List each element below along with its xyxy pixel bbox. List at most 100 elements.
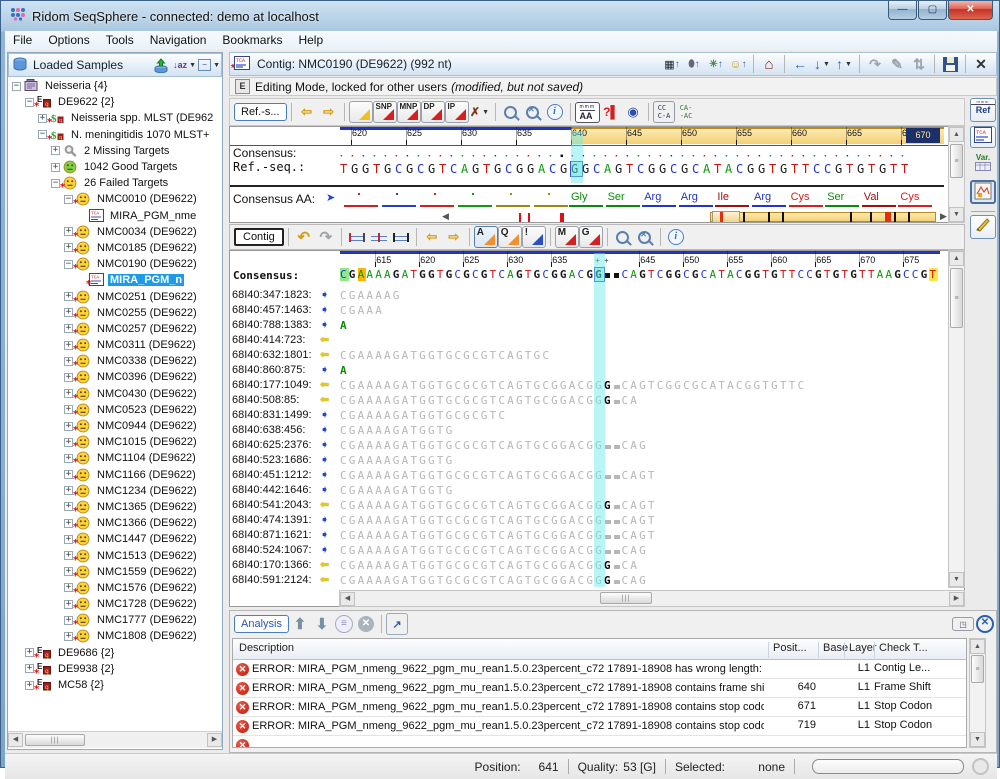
base-C[interactable]: C [498,268,507,281]
base-T[interactable]: T [340,162,351,176]
tree-item[interactable]: −*NMC0010 (DE9622) [8,191,222,207]
read-row[interactable]: 68I40:414:723:⬅ [230,332,946,347]
tree-item[interactable]: +*NMC0311 (DE9622) [8,337,222,353]
read-sequence[interactable]: A [340,316,349,334]
expand-icon[interactable]: + [64,227,73,236]
forward-button[interactable]: ↷ [864,53,886,75]
amino-acid-view-button[interactable]: mmmAA [575,102,601,123]
base-G[interactable]: G [582,162,593,176]
expand-icon[interactable]: + [25,681,34,690]
tree-item[interactable]: +*NMC1366 (DE9622) [8,515,222,531]
save-button[interactable] [939,53,961,75]
redo-button[interactable]: ↷ [315,226,337,248]
base-T[interactable]: T [439,162,450,176]
base-T[interactable]: T [648,268,657,281]
expand-icon[interactable]: + [64,373,73,382]
base-G[interactable]: G [648,162,659,176]
goto-project-button[interactable]: ⬮↑ [683,53,705,75]
base-G[interactable]: G [534,268,543,281]
base-G[interactable]: G [419,268,428,281]
base-C[interactable]: C [593,162,604,176]
collapse-icon[interactable]: − [64,260,73,269]
base-C[interactable]: C [736,162,747,176]
tree-item[interactable]: +*NMC0430 (DE9622) [8,386,222,402]
expand-icon[interactable]: + [64,341,73,350]
ref-overview-bar[interactable]: ◀ ▶ [230,211,965,223]
analysis-tab[interactable]: Analysis [234,615,289,633]
read-row[interactable]: 68I40:831:1499:➧CGAAAAGATGGTGCGCGTC [230,407,946,422]
base-C[interactable]: C [912,268,921,281]
expand-icon[interactable]: + [64,470,73,479]
base-T[interactable]: T [789,268,798,281]
tree-item[interactable]: +*NMC0034 (DE9622) [8,224,222,240]
highlight-ip-button[interactable]: IP [445,101,469,123]
scroll-thumb[interactable]: ||| [25,734,85,746]
expand-icon[interactable]: + [64,308,73,317]
highlight-mnp-button[interactable]: MNP [397,101,421,123]
analysis-vertical-scrollbar[interactable]: ▲ ≡ ▼ [969,638,986,748]
info-button[interactable]: i [665,226,687,248]
home-button[interactable]: ⌂ [758,53,780,75]
menu-item-tools[interactable]: Tools [98,31,142,50]
base-C[interactable]: C [450,162,461,176]
expand-icon[interactable]: + [64,292,73,301]
tree-item[interactable]: +*NMC1234 (DE9622) [8,483,222,499]
expand-icon[interactable]: + [64,583,73,592]
import-samples-button[interactable] [150,54,172,76]
variants-view-switch[interactable]: Var. [970,152,996,176]
scroll-up-arrow[interactable]: ▲ [949,127,964,142]
read-row[interactable]: 68I40:508:85:⬅CGAAAAGATGGTGCGCGTCAGTGCGG… [230,392,946,407]
edit-button[interactable]: ✎ [886,53,908,75]
scroll-left-arrow[interactable]: ◀ [340,592,355,606]
base-G[interactable]: G [428,162,439,176]
base-C[interactable]: C [903,268,912,281]
tree-item[interactable]: +*NMC0185 (DE9622) [8,240,222,256]
collapse-icon[interactable]: − [12,82,21,91]
ref-view-switch[interactable]: mmmRef [970,98,996,122]
tree-item[interactable]: +*NMC1365 (DE9622) [8,499,222,515]
undo-button[interactable]: ↶ [293,226,315,248]
highlight-snp-button[interactable]: SNP [373,101,397,123]
base-A[interactable]: A [538,162,549,176]
base-C[interactable]: C [813,162,824,176]
read-sequence[interactable]: CGAAAAGATGGTGCGCGTCAGTGCGGACGGG CAG [340,571,648,589]
back-button[interactable]: ← [789,53,811,75]
base-T[interactable]: T [846,162,857,176]
analysis-table-header[interactable]: DescriptionPosit...BaseLayerCheck T... [233,639,966,660]
expand-icon[interactable]: + [64,324,73,333]
base-G[interactable]: G [745,268,754,281]
tree-item[interactable]: −Neisseria {4} [8,78,222,94]
base-A[interactable]: A [569,268,578,281]
base-A[interactable]: A [877,268,886,281]
base-G[interactable]: G [384,162,395,176]
tree-item[interactable]: +*NMC0523 (DE9622) [8,402,222,418]
overview-right-arrow[interactable]: ▶ [940,211,947,222]
tree-item[interactable]: +Eq*DE9938 {2} [8,661,222,677]
zoom-in-button[interactable] [612,226,634,248]
base-G[interactable]: G [835,162,846,176]
scroll-up-arrow[interactable]: ▲ [949,251,964,266]
zoom-in-button[interactable] [500,101,522,123]
sort-az-button[interactable]: ↓az▼ [172,54,197,76]
tree-item[interactable]: +*NMC1015 (DE9622) [8,434,222,450]
ref-vertical-scrollbar[interactable]: ▲ ≡ ▼ [948,126,965,223]
reference-sequence[interactable]: TGGTGCGCGTCAGTGCGGACGGGCAGTCGGCGCATACGGT… [340,162,351,176]
read-row[interactable]: 68I40:632:1801:⬅CGAAAAGATGGTGCGCGTCAGTGC [230,347,946,362]
overview-left-arrow[interactable]: ◀ [442,211,449,222]
base-C[interactable]: C [417,162,428,176]
refresh-button[interactable]: ⇅ [908,53,930,75]
base-G[interactable]: G [472,162,483,176]
base-A[interactable]: A [703,162,714,176]
base-G[interactable]: G [516,268,525,281]
base-G[interactable]: G [921,268,930,281]
tree-item[interactable]: +*NMC1808 (DE9622) [8,628,222,644]
tree-item[interactable]: −TCAMIRA_PGM_nme [8,208,222,224]
base-G[interactable]: G [362,162,373,176]
base-G[interactable]: G [894,268,903,281]
base-A[interactable]: A [630,268,639,281]
read-row[interactable]: 68I40:451:1212:➧CGAAAAGATGGTGCGCGTCAGTGC… [230,467,946,482]
expand-icon[interactable]: + [64,616,73,625]
base-C[interactable]: C [472,268,481,281]
expand-icon[interactable]: + [25,664,34,673]
menu-item-bookmarks[interactable]: Bookmarks [214,31,290,50]
